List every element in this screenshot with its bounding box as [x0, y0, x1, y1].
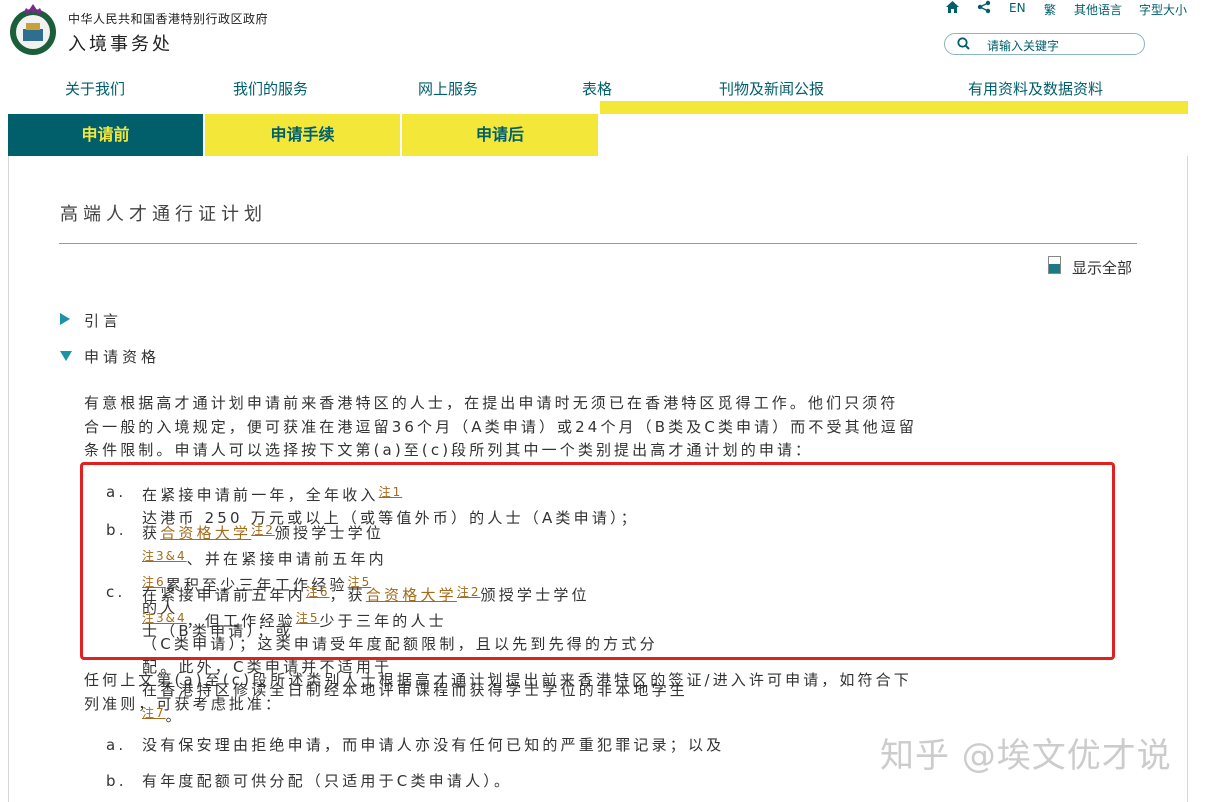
- criteria-text: 没有保安理由拒绝申请，而申请人亦没有任何已知的严重犯罪记录；以及: [142, 736, 725, 754]
- category-b-text: 、并在紧接申请前五年内: [186, 550, 387, 568]
- note-link[interactable]: 注5: [296, 611, 320, 625]
- list-marker: b.: [106, 521, 127, 539]
- tab-after-application[interactable]: 申请后: [402, 114, 598, 156]
- accordion-eligibility-label[interactable]: 申请资格: [84, 346, 160, 367]
- nav-item-online-services[interactable]: 网上服务: [418, 78, 478, 99]
- nav-item-forms[interactable]: 表格: [582, 78, 612, 99]
- list-marker: c.: [106, 583, 126, 601]
- expand-all-icon[interactable]: [1048, 256, 1061, 274]
- accordion-introduction-label[interactable]: 引言: [84, 310, 122, 331]
- intro-line: 条件限制。申请人可以选择按下文第(a)至(c)段所列其中一个类别提出高才通计划的…: [84, 441, 814, 459]
- government-name: 中华人民共和国香港特别行政区政府: [68, 12, 269, 26]
- triangle-down-icon[interactable]: [60, 351, 72, 361]
- title-divider: [59, 243, 1137, 244]
- category-c-text: 在紧接申请前五年内: [142, 586, 306, 604]
- lang-en-link[interactable]: EN: [1009, 1, 1026, 15]
- list-marker: a.: [106, 736, 127, 754]
- search-box[interactable]: 请输入关键字: [944, 33, 1145, 55]
- category-c-text: 颁授学士学位: [480, 586, 590, 604]
- nav-item-publications[interactable]: 刊物及新闻公报: [719, 78, 824, 99]
- category-a-text: 在紧接申请前一年，全年收入: [142, 486, 379, 504]
- criteria-text: 有年度配额可供分配（只适用于C类申请人）。: [142, 772, 513, 790]
- font-size-link[interactable]: 字型大小: [1139, 1, 1187, 18]
- main-nav: 关于我们 我们的服务 网上服务 表格 刊物及新闻公报 有用资料及数据资料: [0, 78, 1207, 100]
- qualified-university-link[interactable]: 合资格大学: [366, 586, 457, 604]
- tab-before-application[interactable]: 申请前: [8, 114, 203, 156]
- intro-line: 有意根据高才通计划申请前来香港特区的人士，在提出申请时无须已在香港特区觅得工作。…: [84, 394, 899, 412]
- intro-line: 合一般的入境规定，便可获准在港逗留36个月（A类申请）或24个月（B类及C类申请…: [84, 417, 918, 436]
- nav-item-services[interactable]: 我们的服务: [233, 78, 308, 99]
- category-c-text: 少于三年的人士: [319, 612, 447, 630]
- eligibility-intro: 有意根据高才通计划申请前来香港特区的人士，在提出申请时无须已在香港特区觅得工作。…: [84, 392, 917, 463]
- share-icon[interactable]: [977, 0, 991, 17]
- other-languages-link[interactable]: 其他语言: [1074, 1, 1122, 18]
- home-icon[interactable]: [945, 0, 960, 17]
- tab-application-procedure[interactable]: 申请手续: [205, 114, 400, 156]
- qualified-university-link[interactable]: 合资格大学: [160, 524, 251, 542]
- nav-accent-bar: [600, 101, 1188, 114]
- list-marker: b.: [106, 772, 127, 790]
- note-link[interactable]: 注3&4: [142, 549, 187, 563]
- search-icon[interactable]: [957, 37, 970, 50]
- hksar-emblem-logo[interactable]: [8, 2, 58, 58]
- nav-item-useful-info[interactable]: 有用资料及数据资料: [968, 78, 1103, 99]
- criteria-intro-line: 任何上文第(a)至(c)段所述类别人士根据高才通计划提出前来香港特区的签证/进入…: [84, 671, 912, 689]
- nav-item-about[interactable]: 关于我们: [65, 78, 125, 99]
- category-c-text: ，获: [329, 586, 366, 604]
- category-b-text: 获: [142, 524, 161, 542]
- criteria-intro-line: 列准则，可获考虑批准：: [84, 694, 284, 713]
- show-all-label[interactable]: 显示全部: [1072, 257, 1132, 278]
- note-link[interactable]: 注3&4: [142, 611, 187, 625]
- note-link[interactable]: 注6: [306, 585, 330, 599]
- note-link[interactable]: 注1: [379, 485, 403, 499]
- lang-traditional-link[interactable]: 繁: [1044, 1, 1056, 18]
- department-name[interactable]: 入境事务处: [68, 30, 173, 56]
- search-placeholder[interactable]: 请输入关键字: [987, 37, 1059, 54]
- criteria-intro: 任何上文第(a)至(c)段所述类别人士根据高才通计划提出前来香港特区的签证/进入…: [84, 669, 912, 716]
- zhihu-watermark: 知乎 @埃文优才说: [880, 736, 1172, 776]
- category-b-text: 颁授学士学位: [274, 524, 385, 542]
- page-title: 高端人才通行证计划: [60, 204, 267, 225]
- category-c-text: ，但工作经验: [186, 612, 296, 630]
- list-marker: a.: [106, 483, 127, 501]
- note-link[interactable]: 注2: [251, 523, 275, 537]
- triangle-right-icon[interactable]: [60, 313, 70, 325]
- note-link[interactable]: 注2: [457, 585, 481, 599]
